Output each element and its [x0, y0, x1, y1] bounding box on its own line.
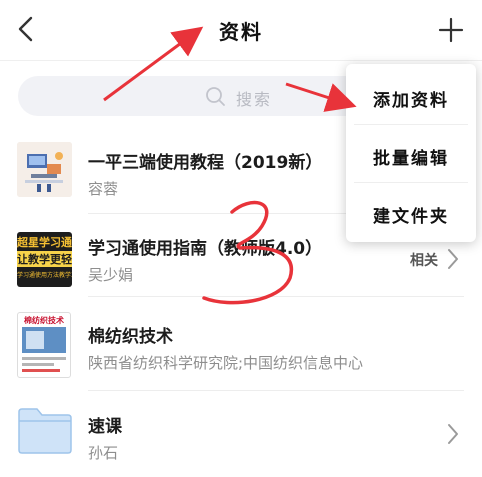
add-dropdown-menu: 添加资料 批量编辑 建文件夹	[346, 64, 476, 242]
tutorial-thumbnail	[17, 142, 72, 197]
thumbnail-text: 超星学习通	[17, 236, 72, 249]
list-item[interactable]: 棉纺织技术 棉纺织技术 陕西省纺织科学研究院;中国纺织信息中心	[0, 300, 482, 391]
folder-icon	[18, 408, 72, 454]
plus-icon[interactable]	[436, 15, 466, 45]
page-title: 资料	[219, 20, 263, 44]
menu-divider	[354, 124, 468, 125]
divider	[88, 296, 464, 297]
guide-thumbnail: 超星学习通 让教学更轻松 学习通使用方法教学工具	[17, 232, 72, 287]
related-link[interactable]: 相关	[410, 250, 438, 270]
chevron-right-icon[interactable]	[444, 420, 462, 448]
item-subtitle: 吴少娟	[88, 266, 134, 284]
thumbnail-text: 让教学更轻松	[17, 253, 72, 266]
item-subtitle: 容蓉	[88, 180, 119, 198]
menu-item-batch-edit[interactable]: 批量编辑	[346, 144, 476, 169]
item-subtitle: 孙石	[88, 444, 119, 462]
top-bar: 资料	[0, 0, 482, 61]
search-icon	[206, 87, 225, 106]
journal-cover-thumbnail: 棉纺织技术	[17, 312, 71, 378]
menu-item-add-material[interactable]: 添加资料	[346, 86, 476, 111]
item-title: 棉纺织技术	[88, 327, 173, 347]
item-subtitle: 陕西省纺织科学研究院;中国纺织信息中心	[88, 354, 364, 372]
menu-divider	[354, 182, 468, 183]
menu-item-new-folder[interactable]: 建文件夹	[346, 202, 476, 227]
search-placeholder: 搜索	[236, 90, 273, 109]
item-title: 一平三端使用教程（2019新）	[88, 153, 323, 173]
chevron-right-icon[interactable]	[444, 245, 462, 273]
thumbnail-text: 学习通使用方法教学工具	[17, 272, 72, 279]
thumbnail-text: 棉纺织技术	[24, 316, 64, 325]
list-item[interactable]: 速课 孙石	[0, 394, 482, 476]
divider	[88, 390, 464, 391]
item-title: 学习通使用指南（教师版4.0）	[88, 239, 323, 259]
item-title: 速课	[88, 417, 122, 437]
